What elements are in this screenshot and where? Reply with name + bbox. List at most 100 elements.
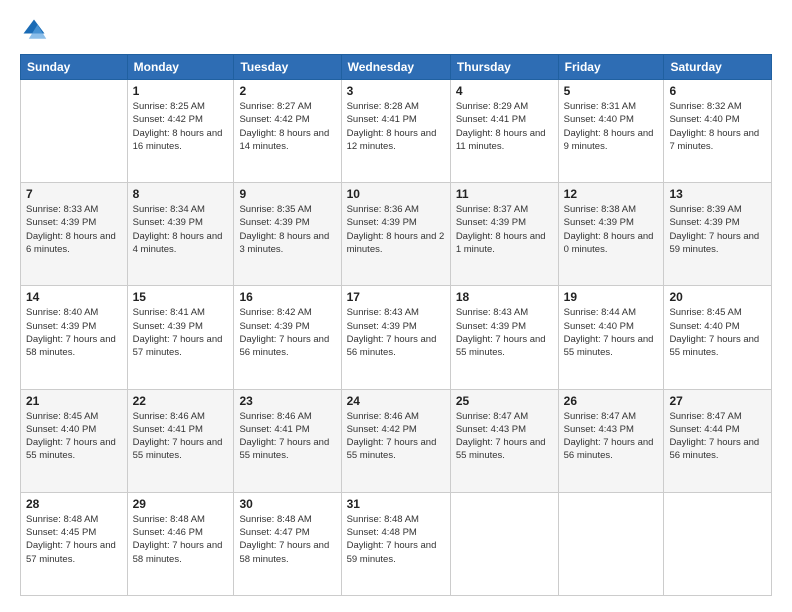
- day-info: Sunrise: 8:48 AMSunset: 4:46 PMDaylight:…: [133, 513, 229, 566]
- daylight-label: Daylight: 7 hours and 59 minutes.: [347, 540, 437, 564]
- sunrise-label: Sunrise: 8:46 AM: [239, 411, 311, 422]
- sunrise-label: Sunrise: 8:43 AM: [347, 307, 419, 318]
- daylight-label: Daylight: 8 hours and 6 minutes.: [26, 231, 116, 255]
- calendar-week-3: 14 Sunrise: 8:40 AMSunset: 4:39 PMDayligh…: [21, 286, 772, 389]
- calendar-cell: 4Sunrise: 8:29 AMSunset: 4:41 PMDaylight…: [450, 80, 558, 183]
- sunrise-label: Sunrise: 8:31 AM: [564, 101, 636, 112]
- day-number: 13: [669, 187, 766, 201]
- day-number: 14: [26, 290, 122, 304]
- sunrise-label: Sunrise: 8:37 AM: [456, 204, 528, 215]
- calendar-cell: [664, 492, 772, 595]
- daylight-label: Daylight: 7 hours and 55 minutes.: [347, 437, 437, 461]
- daylight-label: Daylight: 7 hours and 55 minutes.: [26, 437, 116, 461]
- daylight-label: Daylight: 7 hours and 58 minutes.: [133, 540, 223, 564]
- calendar-cell: 30Sunrise: 8:48 AMSunset: 4:47 PMDayligh…: [234, 492, 341, 595]
- weekday-header-row: Sunday Monday Tuesday Wednesday Thursday…: [21, 55, 772, 80]
- sunrise-label: Sunrise: 8:25 AM: [133, 101, 205, 112]
- calendar-cell: 9 Sunrise: 8:35 AMSunset: 4:39 PMDaylight…: [234, 183, 341, 286]
- calendar-cell: 17Sunrise: 8:43 AMSunset: 4:39 PMDayligh…: [341, 286, 450, 389]
- col-thursday: Thursday: [450, 55, 558, 80]
- sunrise-label: Sunrise: 8:32 AM: [669, 101, 741, 112]
- day-info: Sunrise: 8:48 AMSunset: 4:45 PMDaylight:…: [26, 513, 122, 566]
- sunrise-label: Sunrise: 8:42 AM: [239, 307, 311, 318]
- sunset-label: Sunset: 4:39 PM: [239, 217, 309, 228]
- daylight-label: Daylight: 7 hours and 55 minutes.: [456, 437, 546, 461]
- sunset-label: Sunset: 4:47 PM: [239, 527, 309, 538]
- daylight-label: Daylight: 7 hours and 59 minutes.: [669, 231, 759, 255]
- calendar-cell: 11Sunrise: 8:37 AMSunset: 4:39 PMDayligh…: [450, 183, 558, 286]
- daylight-label: Daylight: 7 hours and 56 minutes.: [239, 334, 329, 358]
- sunrise-label: Sunrise: 8:45 AM: [669, 307, 741, 318]
- day-info: Sunrise: 8:39 AMSunset: 4:39 PMDaylight:…: [669, 203, 766, 256]
- sunrise-label: Sunrise: 8:45 AM: [26, 411, 98, 422]
- calendar-week-2: 7Sunrise: 8:33 AMSunset: 4:39 PMDaylight…: [21, 183, 772, 286]
- day-info: Sunrise: 8:35 AMSunset: 4:39 PMDaylight:…: [239, 203, 335, 256]
- sunrise-label: Sunrise: 8:47 AM: [669, 411, 741, 422]
- day-number: 24: [347, 394, 445, 408]
- calendar-cell: 28 Sunrise: 8:48 AMSunset: 4:45 PMDayligh…: [21, 492, 128, 595]
- sunset-label: Sunset: 4:42 PM: [347, 424, 417, 435]
- day-number: 15: [133, 290, 229, 304]
- daylight-label: Daylight: 8 hours and 12 minutes.: [347, 128, 437, 152]
- calendar-cell: [450, 492, 558, 595]
- day-number: 29: [133, 497, 229, 511]
- logo-icon: [20, 16, 48, 44]
- sunset-label: Sunset: 4:39 PM: [26, 321, 96, 332]
- day-info: Sunrise: 8:31 AMSunset: 4:40 PMDaylight:…: [564, 100, 659, 153]
- day-number: 11: [456, 187, 553, 201]
- sunset-label: Sunset: 4:40 PM: [669, 321, 739, 332]
- daylight-label: Daylight: 8 hours and 14 minutes.: [239, 128, 329, 152]
- calendar-cell: 18Sunrise: 8:43 AMSunset: 4:39 PMDayligh…: [450, 286, 558, 389]
- day-number: 9: [239, 187, 335, 201]
- sunrise-label: Sunrise: 8:38 AM: [564, 204, 636, 215]
- sunrise-label: Sunrise: 8:46 AM: [133, 411, 205, 422]
- calendar-cell: 8Sunrise: 8:34 AMSunset: 4:39 PMDaylight…: [127, 183, 234, 286]
- day-info: Sunrise: 8:40 AMSunset: 4:39 PMDaylight:…: [26, 306, 122, 359]
- day-info: Sunrise: 8:34 AMSunset: 4:39 PMDaylight:…: [133, 203, 229, 256]
- sunset-label: Sunset: 4:43 PM: [456, 424, 526, 435]
- day-number: 18: [456, 290, 553, 304]
- sunset-label: Sunset: 4:40 PM: [669, 114, 739, 125]
- daylight-label: Daylight: 8 hours and 2 minutes.: [347, 231, 445, 255]
- calendar-cell: 20Sunrise: 8:45 AMSunset: 4:40 PMDayligh…: [664, 286, 772, 389]
- day-info: Sunrise: 8:43 AMSunset: 4:39 PMDaylight:…: [347, 306, 445, 359]
- sunrise-label: Sunrise: 8:48 AM: [26, 514, 98, 525]
- calendar-cell: 10Sunrise: 8:36 AMSunset: 4:39 PMDayligh…: [341, 183, 450, 286]
- calendar-cell: 14 Sunrise: 8:40 AMSunset: 4:39 PMDayligh…: [21, 286, 128, 389]
- day-info: Sunrise: 8:41 AMSunset: 4:39 PMDaylight:…: [133, 306, 229, 359]
- day-info: Sunrise: 8:42 AMSunset: 4:39 PMDaylight:…: [239, 306, 335, 359]
- daylight-label: Daylight: 7 hours and 55 minutes.: [456, 334, 546, 358]
- day-info: Sunrise: 8:32 AMSunset: 4:40 PMDaylight:…: [669, 100, 766, 153]
- col-friday: Friday: [558, 55, 664, 80]
- calendar-cell: 21Sunrise: 8:45 AMSunset: 4:40 PMDayligh…: [21, 389, 128, 492]
- sunrise-label: Sunrise: 8:46 AM: [347, 411, 419, 422]
- sunset-label: Sunset: 4:39 PM: [456, 217, 526, 228]
- day-number: 6: [669, 84, 766, 98]
- sunrise-label: Sunrise: 8:41 AM: [133, 307, 205, 318]
- calendar-cell: 12Sunrise: 8:38 AMSunset: 4:39 PMDayligh…: [558, 183, 664, 286]
- daylight-label: Daylight: 7 hours and 55 minutes.: [564, 334, 654, 358]
- day-number: 26: [564, 394, 659, 408]
- calendar-cell: 7Sunrise: 8:33 AMSunset: 4:39 PMDaylight…: [21, 183, 128, 286]
- day-number: 28: [26, 497, 122, 511]
- day-info: Sunrise: 8:46 AM Sunset: 4:42 PM Daylight:…: [347, 410, 445, 463]
- daylight-label: Daylight: 8 hours and 3 minutes.: [239, 231, 329, 255]
- calendar-cell: 13 Sunrise: 8:39 AMSunset: 4:39 PMDayligh…: [664, 183, 772, 286]
- day-number: 23: [239, 394, 335, 408]
- day-number: 7: [26, 187, 122, 201]
- calendar-cell: 25Sunrise: 8:47 AMSunset: 4:43 PMDayligh…: [450, 389, 558, 492]
- calendar-cell: 26Sunrise: 8:47 AMSunset: 4:43 PMDayligh…: [558, 389, 664, 492]
- calendar-cell: 3Sunrise: 8:28 AMSunset: 4:41 PMDaylight…: [341, 80, 450, 183]
- col-saturday: Saturday: [664, 55, 772, 80]
- day-info: Sunrise: 8:48 AMSunset: 4:47 PMDaylight:…: [239, 513, 335, 566]
- day-info: Sunrise: 8:46 AMSunset: 4:41 PMDaylight:…: [133, 410, 229, 463]
- sunrise-label: Sunrise: 8:48 AM: [347, 514, 419, 525]
- sunrise-label: Sunrise: 8:39 AM: [669, 204, 741, 215]
- day-number: 21: [26, 394, 122, 408]
- daylight-label: Daylight: 7 hours and 56 minutes.: [347, 334, 437, 358]
- calendar-cell: [21, 80, 128, 183]
- day-number: 31: [347, 497, 445, 511]
- daylight-label: Daylight: 8 hours and 9 minutes.: [564, 128, 654, 152]
- day-info: Sunrise: 8:45 AMSunset: 4:40 PMDaylight:…: [669, 306, 766, 359]
- sunset-label: Sunset: 4:39 PM: [26, 217, 96, 228]
